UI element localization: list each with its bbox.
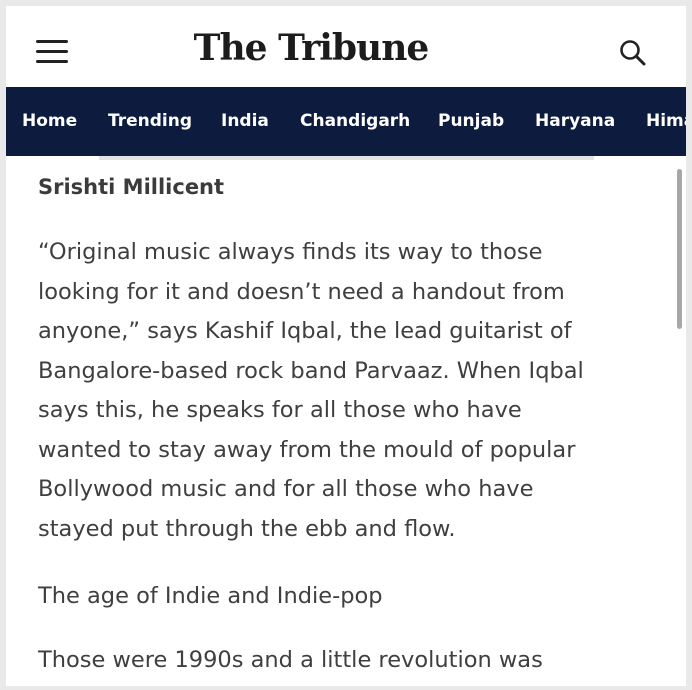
- paragraph-line: says this, he speaks for all those who h…: [38, 397, 522, 423]
- site-logo[interactable]: The Tribune: [166, 24, 456, 72]
- article-paragraph: “Original music always finds its way to …: [38, 233, 650, 549]
- author-name[interactable]: Srishti Millicent: [38, 172, 224, 202]
- nav-item-home[interactable]: Home: [22, 87, 77, 156]
- scrollbar-thumb[interactable]: [677, 169, 682, 329]
- paragraph-line: Bangalore-based rock band Parvaaz. When …: [38, 357, 584, 384]
- paragraph-line: “Original music always finds its way to …: [38, 239, 543, 265]
- search-icon[interactable]: [618, 38, 648, 68]
- nav-item-haryana[interactable]: Haryana: [535, 87, 615, 156]
- nav-item-himachal[interactable]: Hima: [646, 87, 686, 156]
- hamburger-menu-icon[interactable]: [36, 40, 70, 66]
- subheading-line: The age of Indie and Indie-pop: [38, 583, 383, 609]
- paragraph-line: anyone,” says Kashif Iqbal, the lead gui…: [38, 318, 572, 344]
- nav-shadow-divider: [99, 156, 594, 160]
- main-nav: Home Trending India Chandigarh Punjab Ha…: [6, 87, 686, 156]
- nav-item-punjab[interactable]: Punjab: [438, 87, 504, 156]
- paragraph-line: wanted to stay away from the mould of po…: [38, 436, 576, 463]
- paragraph-line: stayed put through the ebb and flow.: [38, 515, 456, 542]
- paragraph-line: Bollywood music and for all those who ha…: [38, 476, 534, 502]
- article-paragraph: Those were 1990s and a little revolution…: [38, 641, 650, 681]
- nav-item-trending[interactable]: Trending: [108, 87, 192, 156]
- paragraph-line: Those were 1990s and a little revolution…: [38, 647, 543, 673]
- nav-item-chandigarh[interactable]: Chandigarh: [300, 87, 410, 156]
- page-frame: The Tribune Home Trending India Chandiga…: [6, 6, 686, 686]
- article-subheading: The age of Indie and Indie-pop: [38, 577, 650, 617]
- paragraph-line: looking for it and doesn’t need a handou…: [38, 278, 565, 305]
- site-header: The Tribune: [6, 6, 686, 87]
- nav-item-india[interactable]: India: [221, 87, 269, 156]
